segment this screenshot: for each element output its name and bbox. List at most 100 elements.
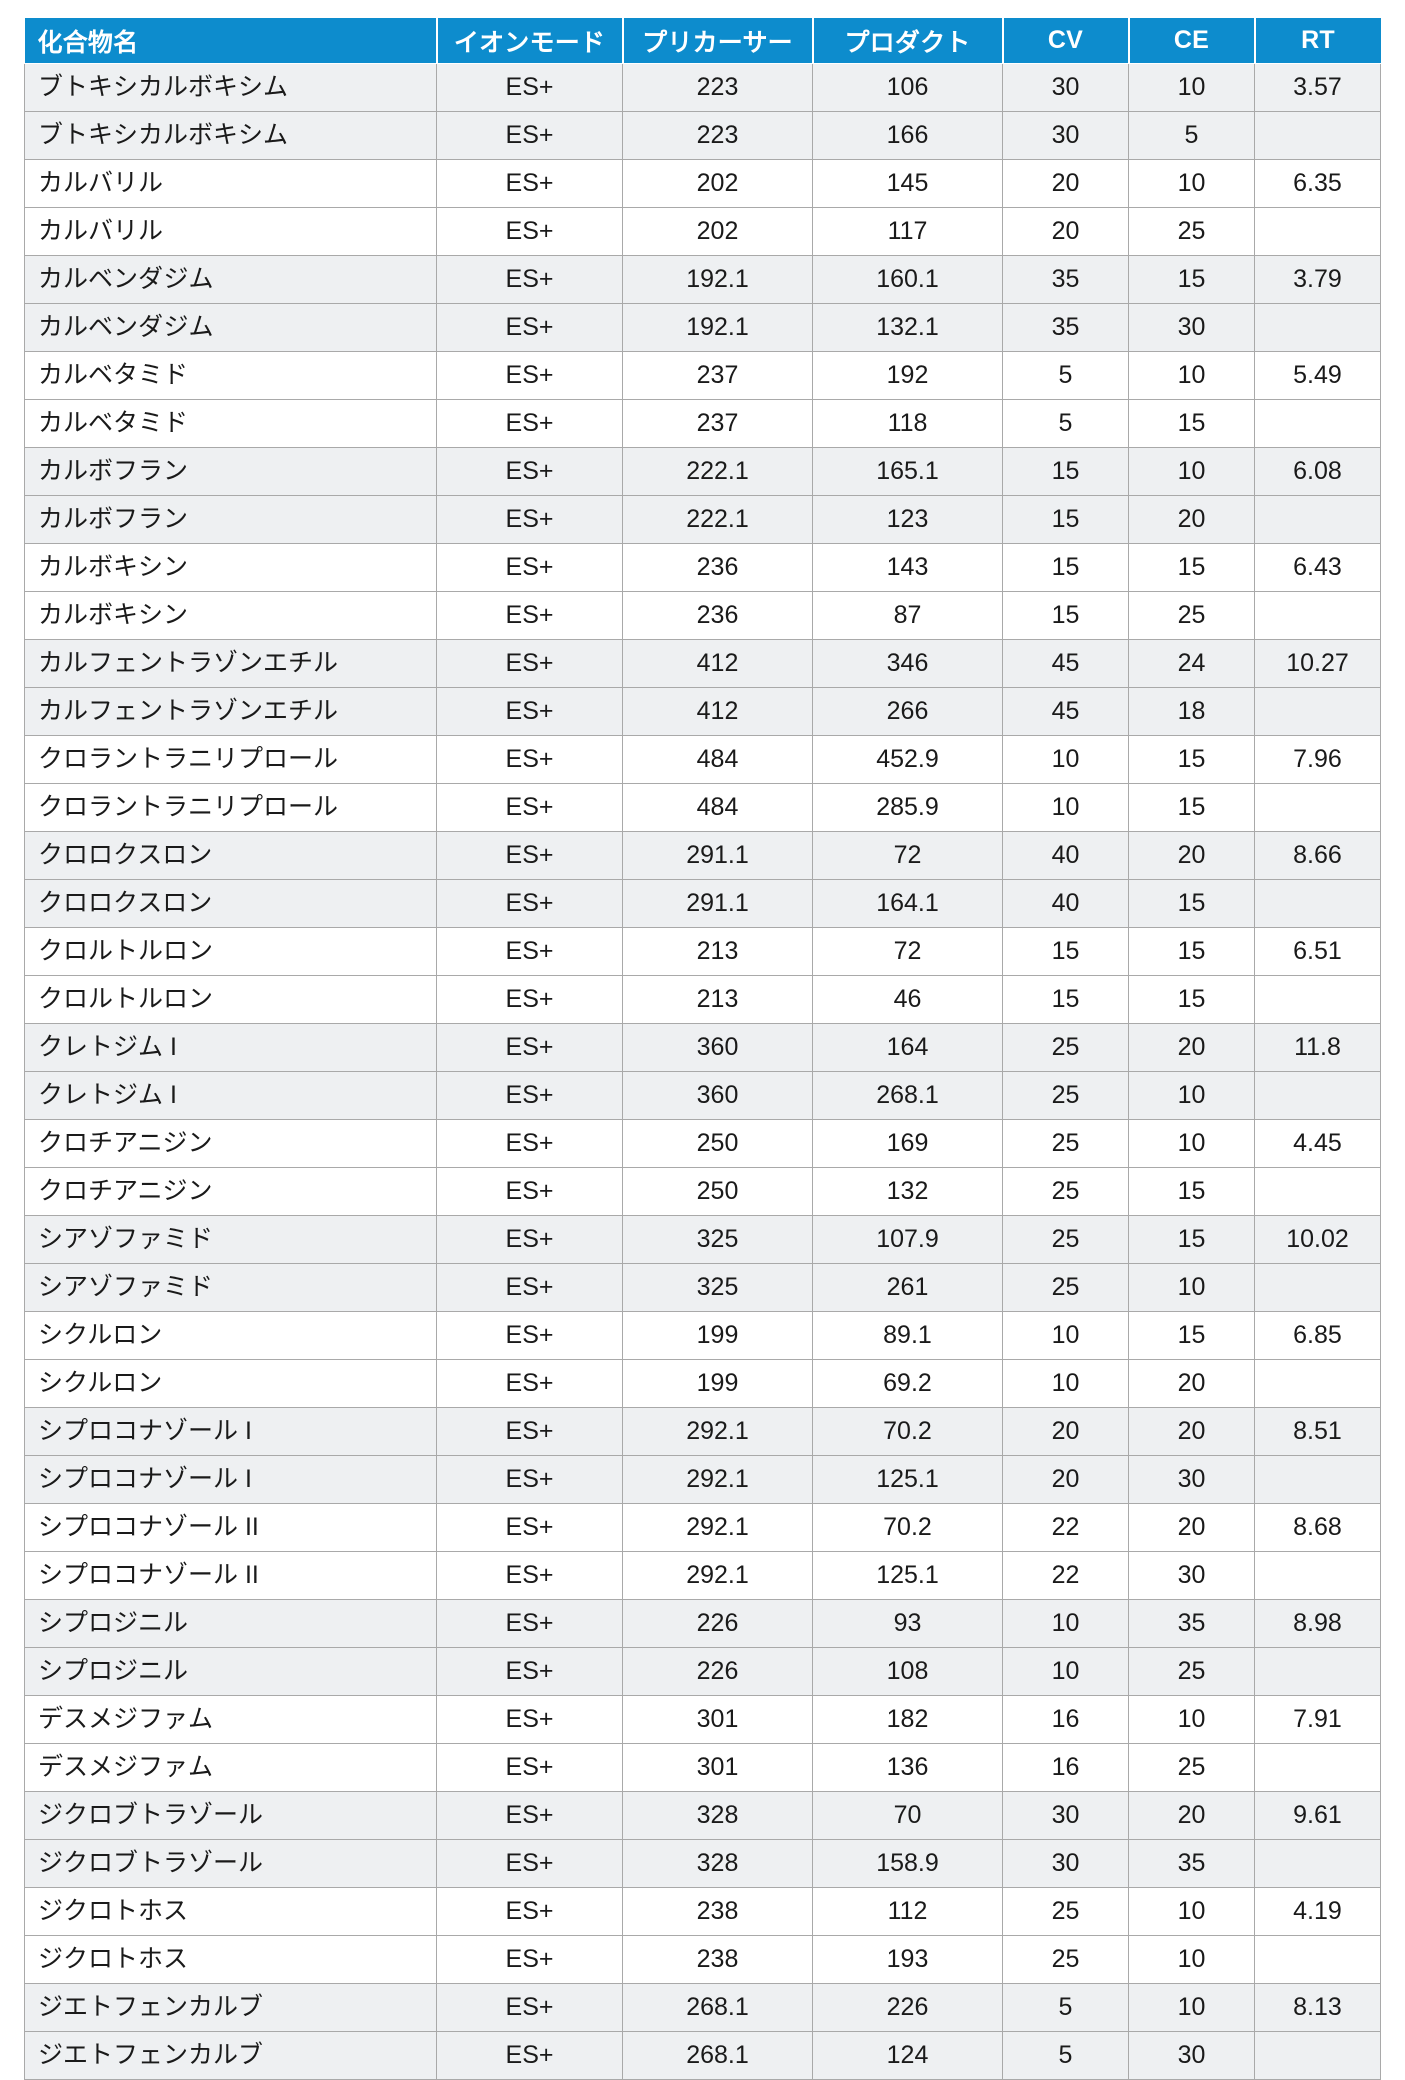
table-row: カルボキシン ES+ 236 87 15 25: [24, 591, 1381, 640]
table-row: クレトジム I ES+ 360 164 25 20 11.8: [24, 1023, 1381, 1072]
table-row: クロロクスロン ES+ 291.1 164.1 40 15: [24, 879, 1381, 928]
cell-precursor: 292.1: [622, 1503, 813, 1552]
cell-precursor: 226: [622, 1599, 813, 1648]
cell-ionmode: ES+: [436, 495, 623, 544]
cell-product: 268.1: [812, 1071, 1003, 1120]
table-row: シアゾファミド ES+ 325 261 25 10: [24, 1263, 1381, 1312]
cell-ionmode: ES+: [436, 1359, 623, 1408]
table-sheet: 化合物名 イオンモード プリカーサー プロダクト CV CE RT ブトキシカル…: [0, 18, 1405, 2080]
cell-name: ブトキシカルボキシム: [24, 111, 437, 160]
table-row: カルフェントラゾンエチル ES+ 412 266 45 18: [24, 687, 1381, 736]
cell-precursor: 328: [622, 1839, 813, 1888]
cell-product: 164: [812, 1023, 1003, 1072]
cell-cv: 22: [1002, 1503, 1129, 1552]
cell-ce: 20: [1128, 495, 1255, 544]
table-row: ジエトフェンカルブ ES+ 268.1 226 5 10 8.13: [24, 1983, 1381, 2032]
cell-name: ジクロトホス: [24, 1935, 437, 1984]
cell-rt: 6.85: [1254, 1311, 1381, 1360]
cell-ionmode: ES+: [436, 783, 623, 832]
cell-ce: 10: [1128, 1983, 1255, 2032]
cell-ce: 18: [1128, 687, 1255, 736]
table-row: カルバリル ES+ 202 145 20 10 6.35: [24, 159, 1381, 208]
cell-rt: [1254, 687, 1381, 736]
cell-precursor: 213: [622, 975, 813, 1024]
cell-ce: 15: [1128, 975, 1255, 1024]
cell-product: 169: [812, 1119, 1003, 1168]
cell-name: ジクロブトラゾール: [24, 1791, 437, 1840]
cell-rt: 7.91: [1254, 1695, 1381, 1744]
table-row: シアゾファミド ES+ 325 107.9 25 15 10.02: [24, 1215, 1381, 1264]
cell-name: カルベンダジム: [24, 303, 437, 352]
cell-rt: [1254, 591, 1381, 640]
cell-rt: 3.57: [1254, 63, 1381, 112]
cell-rt: [1254, 111, 1381, 160]
cell-cv: 15: [1002, 447, 1129, 496]
cell-cv: 25: [1002, 1071, 1129, 1120]
cell-name: クロチアニジン: [24, 1119, 437, 1168]
cell-ce: 30: [1128, 303, 1255, 352]
cell-product: 70: [812, 1791, 1003, 1840]
cell-name: カルベタミド: [24, 351, 437, 400]
table-row: ジクロトホス ES+ 238 112 25 10 4.19: [24, 1887, 1381, 1936]
cell-cv: 35: [1002, 303, 1129, 352]
cell-name: クレトジム I: [24, 1023, 437, 1072]
cell-rt: 6.43: [1254, 543, 1381, 592]
cell-precursor: 226: [622, 1647, 813, 1696]
cell-ce: 10: [1128, 1887, 1255, 1936]
cell-precursor: 268.1: [622, 1983, 813, 2032]
cell-product: 112: [812, 1887, 1003, 1936]
cell-rt: 7.96: [1254, 735, 1381, 784]
cell-product: 125.1: [812, 1455, 1003, 1504]
cell-cv: 25: [1002, 1023, 1129, 1072]
cell-name: シプロコナゾール I: [24, 1407, 437, 1456]
cell-ionmode: ES+: [436, 447, 623, 496]
cell-ce: 25: [1128, 1647, 1255, 1696]
cell-ce: 15: [1128, 1311, 1255, 1360]
cell-ce: 15: [1128, 1167, 1255, 1216]
cell-precursor: 222.1: [622, 447, 813, 496]
cell-ce: 10: [1128, 1695, 1255, 1744]
cell-ce: 15: [1128, 255, 1255, 304]
cell-precursor: 268.1: [622, 2031, 813, 2080]
cell-product: 132: [812, 1167, 1003, 1216]
cell-ionmode: ES+: [436, 2031, 623, 2080]
column-header-product: プロダクト: [812, 18, 1004, 64]
table-header: 化合物名 イオンモード プリカーサー プロダクト CV CE RT: [24, 18, 1381, 64]
table-row: カルベタミド ES+ 237 192 5 10 5.49: [24, 351, 1381, 400]
cell-ionmode: ES+: [436, 399, 623, 448]
cell-ce: 10: [1128, 63, 1255, 112]
cell-name: カルフェントラゾンエチル: [24, 687, 437, 736]
cell-product: 93: [812, 1599, 1003, 1648]
cell-precursor: 250: [622, 1167, 813, 1216]
cell-cv: 10: [1002, 1311, 1129, 1360]
cell-rt: 8.98: [1254, 1599, 1381, 1648]
cell-cv: 40: [1002, 879, 1129, 928]
cell-cv: 40: [1002, 831, 1129, 880]
cell-ionmode: ES+: [436, 303, 623, 352]
cell-rt: 9.61: [1254, 1791, 1381, 1840]
cell-ce: 15: [1128, 879, 1255, 928]
cell-product: 136: [812, 1743, 1003, 1792]
cell-cv: 15: [1002, 543, 1129, 592]
cell-ionmode: ES+: [436, 1455, 623, 1504]
column-header-cv: CV: [1002, 18, 1130, 64]
cell-product: 158.9: [812, 1839, 1003, 1888]
cell-product: 125.1: [812, 1551, 1003, 1600]
cell-name: シプロコナゾール II: [24, 1551, 437, 1600]
cell-precursor: 250: [622, 1119, 813, 1168]
cell-ionmode: ES+: [436, 1647, 623, 1696]
cell-ce: 5: [1128, 111, 1255, 160]
table-row: カルボフラン ES+ 222.1 123 15 20: [24, 495, 1381, 544]
cell-ionmode: ES+: [436, 1263, 623, 1312]
cell-rt: 6.35: [1254, 159, 1381, 208]
cell-product: 70.2: [812, 1407, 1003, 1456]
cell-product: 261: [812, 1263, 1003, 1312]
cell-name: カルフェントラゾンエチル: [24, 639, 437, 688]
cell-ionmode: ES+: [436, 159, 623, 208]
cell-name: デスメジファム: [24, 1695, 437, 1744]
cell-name: クロルトルロン: [24, 975, 437, 1024]
cell-precursor: 301: [622, 1743, 813, 1792]
cell-name: シクルロン: [24, 1311, 437, 1360]
cell-rt: 8.51: [1254, 1407, 1381, 1456]
cell-name: シアゾファミド: [24, 1215, 437, 1264]
